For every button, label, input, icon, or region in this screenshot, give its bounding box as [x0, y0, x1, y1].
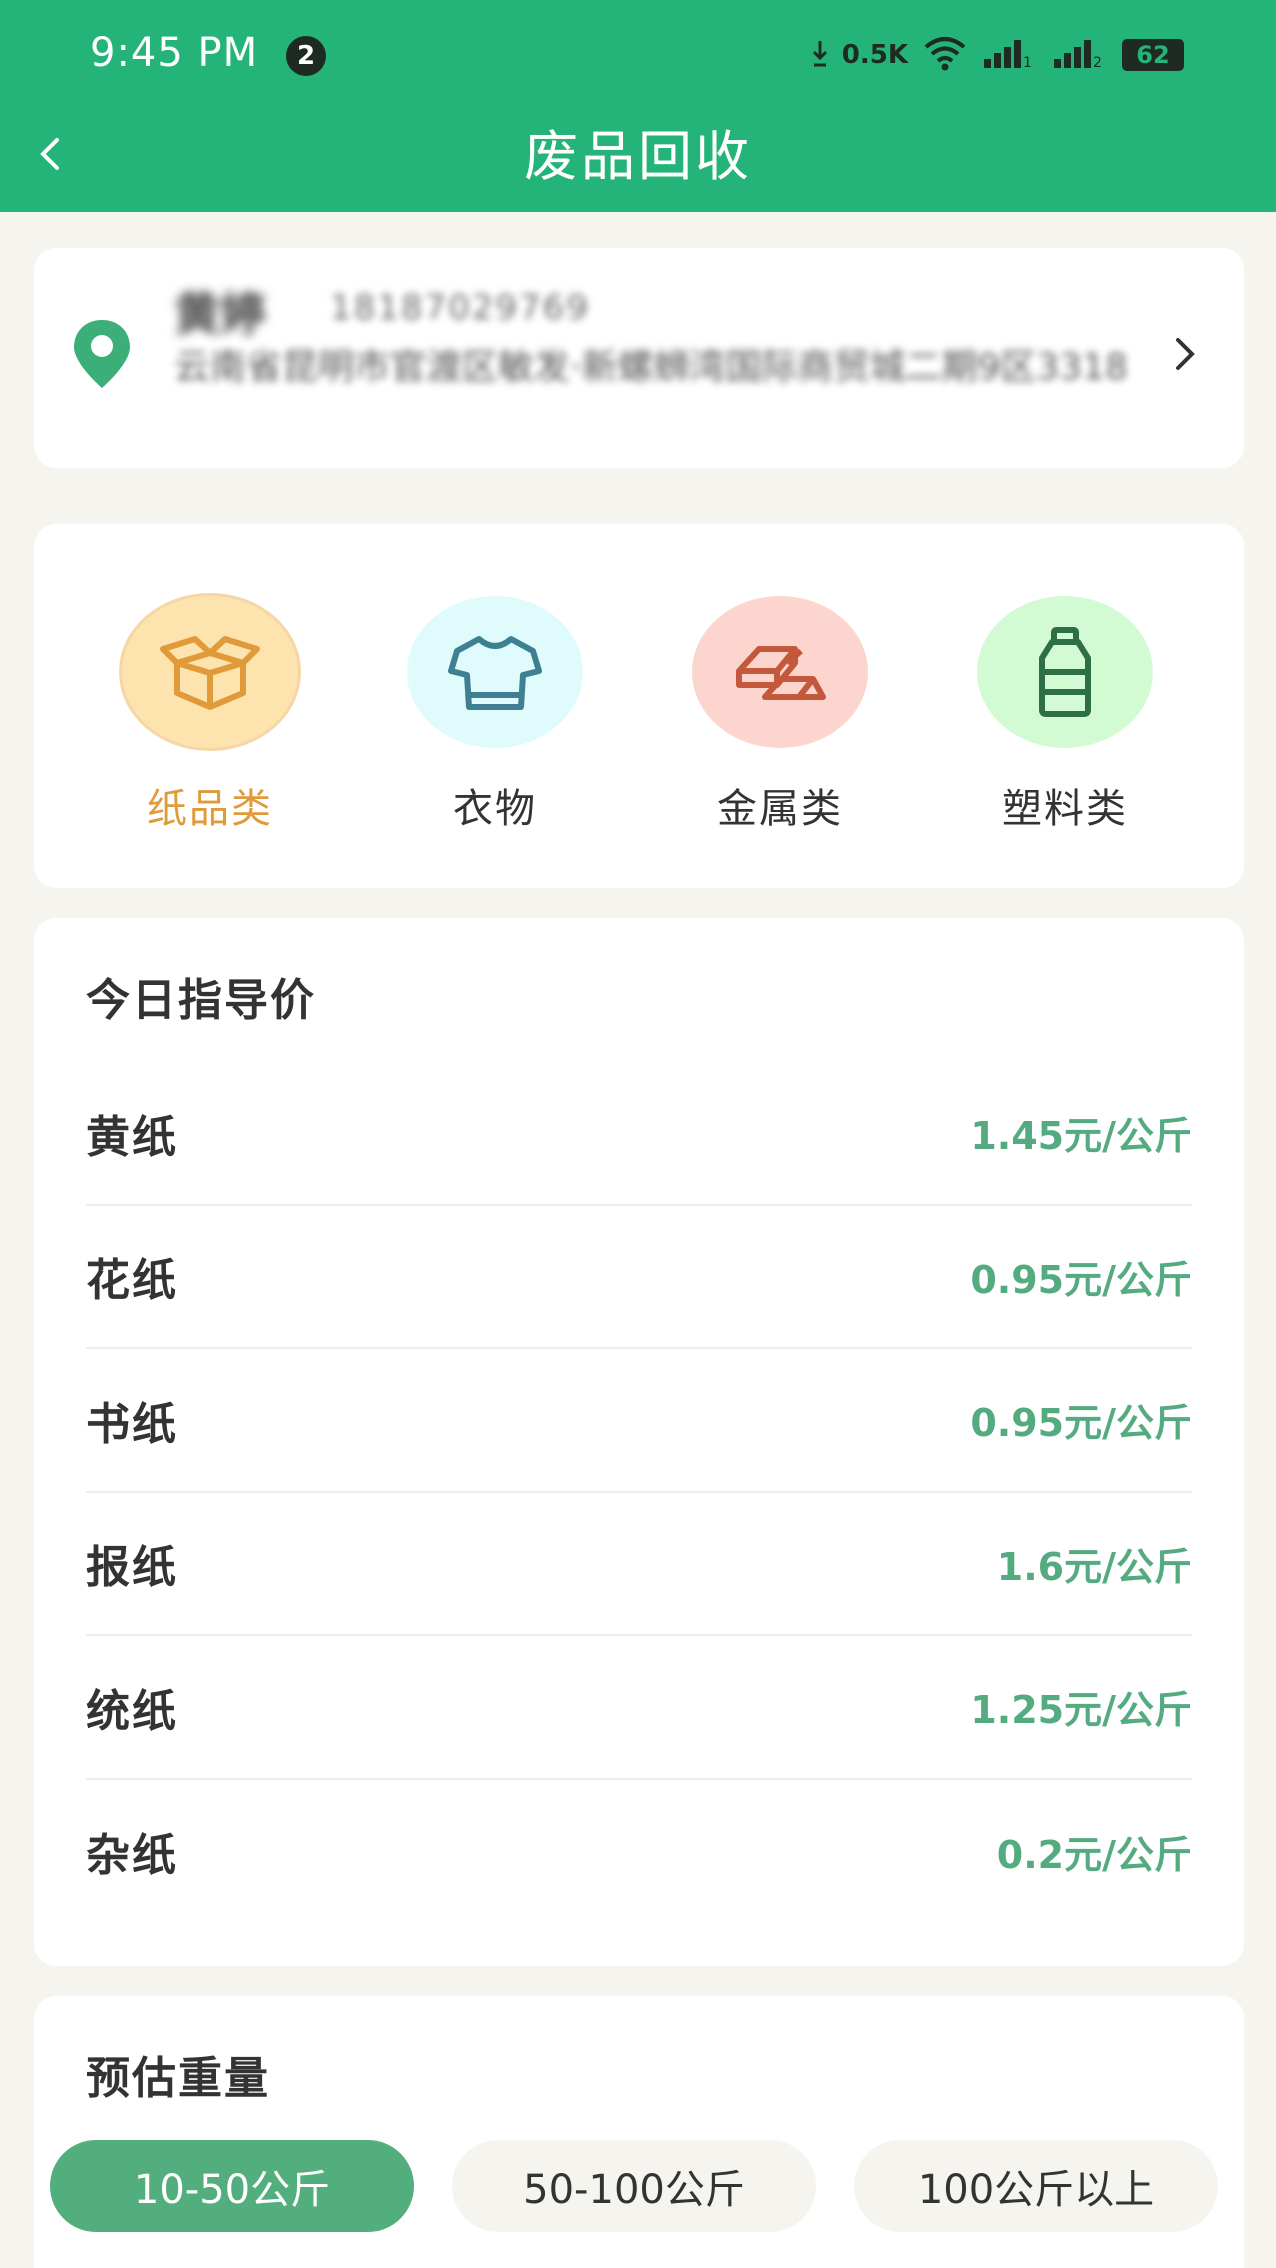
bottle-icon	[977, 596, 1153, 748]
category-paper[interactable]: 纸品类	[110, 596, 310, 856]
notification-badge: 2	[286, 36, 326, 76]
price-item-name: 花纸	[86, 1255, 178, 1307]
price-item-value: 1.25元/公斤	[970, 1688, 1192, 1733]
price-row: 统纸 1.25元/公斤	[86, 1636, 1192, 1780]
location-pin-icon	[70, 318, 140, 398]
shirt-icon	[407, 596, 583, 748]
box-icon	[122, 596, 298, 748]
page-title: 废品回收	[524, 125, 752, 188]
address-card[interactable]: 黄婷 18187029769 云南省昆明市官渡区敏发·新螺蛳湾国际商贸城二期9区…	[34, 248, 1244, 468]
price-item-value: 0.95元/公斤	[970, 1257, 1192, 1302]
net-speed: 0.5K	[841, 40, 908, 70]
download-icon	[812, 38, 828, 72]
signal-icon: 1	[982, 37, 1038, 73]
price-item-name: 统纸	[86, 1685, 178, 1737]
price-row: 报纸 1.6元/公斤	[86, 1493, 1192, 1636]
svg-text:1: 1	[1023, 55, 1032, 69]
weight-section-title: 预估重量	[86, 2053, 270, 2104]
status-time: 9:45 PM	[90, 30, 259, 76]
category-label: 塑料类	[1002, 786, 1128, 832]
category-label: 衣物	[453, 786, 537, 832]
wifi-icon	[922, 35, 968, 75]
category-card: 纸品类 衣物 金属类 塑料类	[34, 524, 1244, 888]
price-item-name: 黄纸	[86, 1111, 178, 1163]
price-row: 书纸 0.95元/公斤	[86, 1349, 1192, 1493]
category-label: 金属类	[717, 786, 843, 832]
price-row: 杂纸 0.2元/公斤	[86, 1780, 1192, 1924]
chevron-right-icon	[1170, 332, 1210, 382]
category-clothes[interactable]: 衣物	[395, 596, 595, 856]
price-row: 黄纸 1.45元/公斤	[86, 1062, 1192, 1206]
price-item-value: 1.6元/公斤	[996, 1544, 1192, 1589]
weight-option-10-50[interactable]: 10-50公斤	[50, 2140, 414, 2232]
price-item-value: 0.95元/公斤	[970, 1401, 1192, 1446]
weight-option-50-100[interactable]: 50-100公斤	[452, 2140, 816, 2232]
price-item-value: 0.2元/公斤	[996, 1832, 1192, 1877]
price-item-value: 1.45元/公斤	[970, 1114, 1192, 1159]
contact-phone: 18187029769	[330, 288, 590, 328]
weight-card: 预估重量 10-50公斤 50-100公斤 100公斤以上	[34, 1996, 1244, 2268]
price-card: 今日指导价 黄纸 1.45元/公斤 花纸 0.95元/公斤 书纸 0.95元/公…	[34, 918, 1244, 1966]
price-item-name: 杂纸	[86, 1830, 178, 1882]
signal-icon-2: 2	[1052, 37, 1108, 73]
status-icons: 0.5K 1 2 62	[812, 32, 1184, 78]
price-row: 花纸 0.95元/公斤	[86, 1206, 1192, 1349]
category-label: 纸品类	[147, 786, 273, 832]
contact-name: 黄婷	[174, 287, 266, 341]
battery-icon: 62	[1122, 39, 1184, 71]
weight-options: 10-50公斤 50-100公斤 100公斤以上	[50, 2140, 1218, 2232]
address-text: 云南省昆明市官渡区敏发·新螺蛳湾国际商贸城二期9区3318	[174, 347, 1128, 388]
app-header: 9:45 PM 2 0.5K 1 2 62 废品回收	[0, 0, 1276, 212]
weight-option-100-plus[interactable]: 100公斤以上	[854, 2140, 1218, 2232]
price-item-name: 书纸	[86, 1398, 178, 1450]
price-list: 黄纸 1.45元/公斤 花纸 0.95元/公斤 书纸 0.95元/公斤 报纸 1…	[86, 1062, 1192, 1923]
category-metal[interactable]: 金属类	[680, 596, 880, 856]
metal-bars-icon	[692, 596, 868, 748]
svg-text:2: 2	[1093, 55, 1102, 69]
price-item-name: 报纸	[86, 1542, 178, 1594]
category-plastic[interactable]: 塑料类	[965, 596, 1165, 856]
price-section-title: 今日指导价	[86, 975, 316, 1026]
